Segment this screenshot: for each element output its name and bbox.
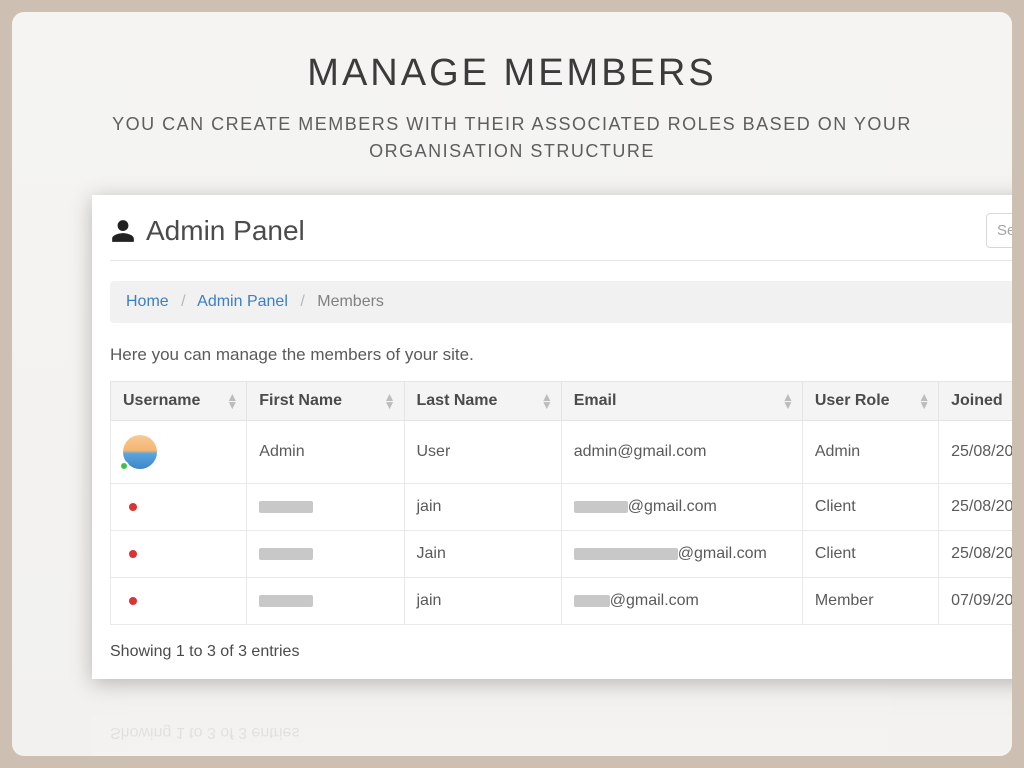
cell-username [111, 421, 247, 484]
cell-last-name: User [404, 421, 561, 484]
col-header-joined[interactable]: Joined [939, 382, 1012, 421]
admin-panel-screenshot: Admin Panel Search Home / Admin Panel / … [92, 195, 1012, 679]
cell-username [111, 484, 247, 531]
slide-card: MANAGE MEMBERS YOU CAN CREATE MEMBERS WI… [12, 12, 1012, 756]
redacted-text [574, 548, 678, 560]
redacted-text [259, 548, 313, 560]
search-input[interactable]: Search [986, 213, 1012, 248]
redacted-text [259, 501, 313, 513]
cell-username [111, 578, 247, 625]
cell-last-name: Jain [404, 531, 561, 578]
sort-icon: ▲▼ [226, 393, 238, 409]
col-header-last-name[interactable]: Last Name▲▼ [404, 382, 561, 421]
sort-icon: ▲▼ [782, 393, 794, 409]
presence-offline-icon [129, 597, 137, 605]
col-header-user-role[interactable]: User Role▲▼ [802, 382, 938, 421]
cell-first-name: Admin [247, 421, 404, 484]
cell-joined: 07/09/201 [939, 578, 1012, 625]
breadcrumb-admin-panel[interactable]: Admin Panel [197, 293, 288, 310]
cell-email: admin@gmail.com [561, 421, 802, 484]
cell-role: Client [802, 484, 938, 531]
table-row[interactable]: AdminUseradmin@gmail.comAdmin25/08/201 [111, 421, 1013, 484]
cell-joined: 25/08/201 [939, 421, 1012, 484]
breadcrumb-current: Members [317, 293, 384, 310]
user-silhouette-icon [110, 218, 136, 244]
presence-offline-icon [129, 503, 137, 511]
cell-username [111, 531, 247, 578]
members-table: Username▲▼ First Name▲▼ Last Name▲▼ Emai… [110, 381, 1012, 625]
breadcrumb: Home / Admin Panel / Members [110, 281, 1012, 323]
panel-title: Admin Panel [146, 215, 305, 247]
breadcrumb-home[interactable]: Home [126, 293, 169, 310]
presence-online-icon [119, 461, 129, 471]
table-row[interactable]: jain@gmail.comMember07/09/201 [111, 578, 1013, 625]
avatar [123, 435, 157, 469]
search-placeholder: Search [997, 222, 1012, 239]
cell-email: @gmail.com [561, 578, 802, 625]
sort-icon: ▲▼ [384, 393, 396, 409]
cell-last-name: jain [404, 484, 561, 531]
redacted-text [574, 595, 610, 607]
cell-email: @gmail.com [561, 484, 802, 531]
table-row[interactable]: Jain@gmail.comClient25/08/201 [111, 531, 1013, 578]
intro-text: Here you can manage the members of your … [110, 345, 1012, 365]
cell-first-name [247, 578, 404, 625]
redacted-text [259, 595, 313, 607]
breadcrumb-separator: / [181, 293, 185, 310]
breadcrumb-separator: / [300, 293, 304, 310]
cell-joined: 25/08/201 [939, 531, 1012, 578]
page-subtitle: YOU CAN CREATE MEMBERS WITH THEIR ASSOCI… [72, 111, 952, 165]
cell-joined: 25/08/201 [939, 484, 1012, 531]
reflection-effect: Showing 1 to 3 of 3 entries [92, 679, 1012, 756]
cell-last-name: jain [404, 578, 561, 625]
sort-icon: ▲▼ [918, 393, 930, 409]
cell-email: @gmail.com [561, 531, 802, 578]
col-header-email[interactable]: Email▲▼ [561, 382, 802, 421]
page-title: MANAGE MEMBERS [42, 52, 982, 95]
col-header-username[interactable]: Username▲▼ [111, 382, 247, 421]
table-row[interactable]: jain@gmail.comClient25/08/201 [111, 484, 1013, 531]
sort-icon: ▲▼ [541, 393, 553, 409]
cell-role: Client [802, 531, 938, 578]
cell-role: Member [802, 578, 938, 625]
redacted-text [574, 501, 628, 513]
cell-role: Admin [802, 421, 938, 484]
presence-offline-icon [129, 550, 137, 558]
panel-header: Admin Panel Search [110, 213, 1012, 261]
entries-summary: Showing 1 to 3 of 3 entries [110, 643, 1012, 661]
cell-first-name [247, 484, 404, 531]
col-header-first-name[interactable]: First Name▲▼ [247, 382, 404, 421]
cell-first-name [247, 531, 404, 578]
